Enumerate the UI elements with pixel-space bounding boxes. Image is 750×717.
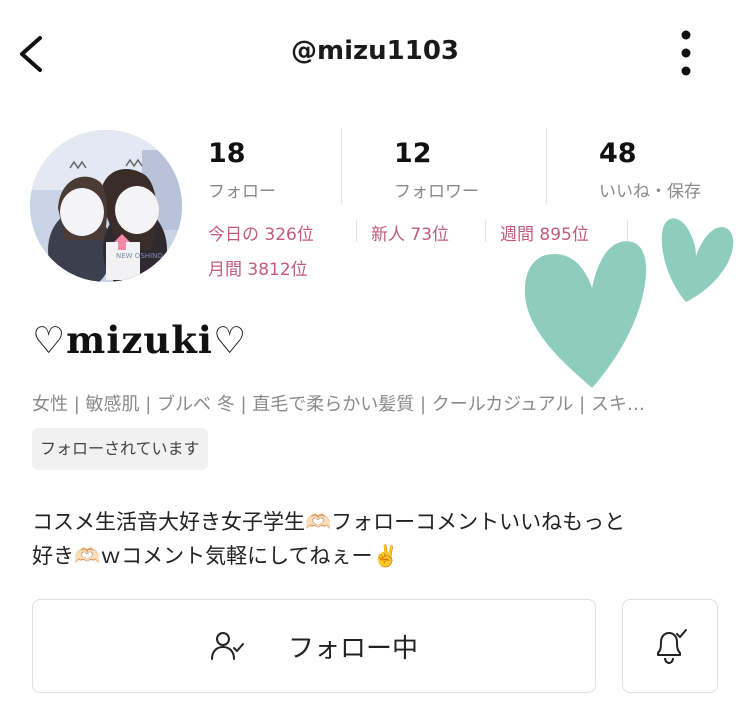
stat-likes[interactable]: 48 いいね・保存 [599, 138, 739, 202]
avatar[interactable]: NEW OSHINO GOODS [30, 130, 182, 282]
bio: コスメ生活音大好き女子学生🫶🏻フォローコメントいいねもっと 好き🫶🏻ｗコメント気… [32, 505, 722, 573]
more-vertical-icon [681, 30, 691, 76]
following-button[interactable]: フォロー中 [32, 599, 596, 693]
ranking-newcomer[interactable]: 新人 73位 [371, 220, 449, 245]
stat-follow[interactable]: 18 フォロー [208, 138, 328, 202]
ranking-monthly-unit: 位 [290, 260, 308, 280]
stat-divider [546, 128, 547, 204]
followers-label: フォロワー [394, 182, 479, 202]
more-options-button[interactable] [672, 28, 700, 78]
bio-line: 好き🫶🏻ｗコメント気軽にしてねぇー✌️ [32, 544, 399, 568]
ranking-divider [485, 220, 486, 242]
notification-button[interactable] [622, 599, 718, 693]
ranking-daily-label: 今日の [208, 225, 259, 245]
ranking-newcomer-value: 73 [410, 225, 433, 245]
bio-line: コスメ生活音大好き女子学生🫶🏻フォローコメントいいねもっと [32, 510, 626, 534]
ranking-monthly-label: 月間 [208, 260, 242, 280]
stat-divider [341, 128, 342, 204]
follow-label: フォロー [208, 182, 276, 202]
profile-tags[interactable]: 女性 | 敏感肌 | ブルベ 冬 | 直毛で柔らかい髪質 | クールカジュアル … [32, 390, 722, 416]
follow-count: 18 [208, 138, 246, 169]
stat-followers[interactable]: 12 フォロワー [394, 138, 524, 202]
avatar-photo: NEW OSHINO GOODS [30, 130, 182, 282]
display-name: ♡mizuki♡ [32, 318, 248, 362]
ranking-monthly-value: 3812 [247, 260, 291, 280]
likes-count: 48 [599, 138, 637, 169]
avatar-sticker-text: NEW OSHINO GOODS [116, 252, 182, 260]
ranking-newcomer-label: 新人 [371, 225, 405, 245]
ranking-monthly[interactable]: 月間 3812位 [208, 255, 308, 280]
ranking-daily-unit: 位 [296, 225, 314, 245]
ranking-divider [356, 220, 357, 242]
user-check-icon [210, 632, 244, 660]
page-title: @mizu1103 [290, 36, 459, 66]
following-button-label: フォロー中 [287, 633, 418, 664]
ranking-daily-value: 326 [264, 225, 297, 245]
ranking-newcomer-unit: 位 [432, 225, 450, 245]
followers-count: 12 [394, 138, 432, 169]
ranking-daily[interactable]: 今日の 326位 [208, 220, 314, 245]
bell-check-icon [657, 629, 687, 665]
heart-doodle-icon [524, 218, 734, 388]
follows-you-badge: フォローされています [32, 428, 208, 470]
